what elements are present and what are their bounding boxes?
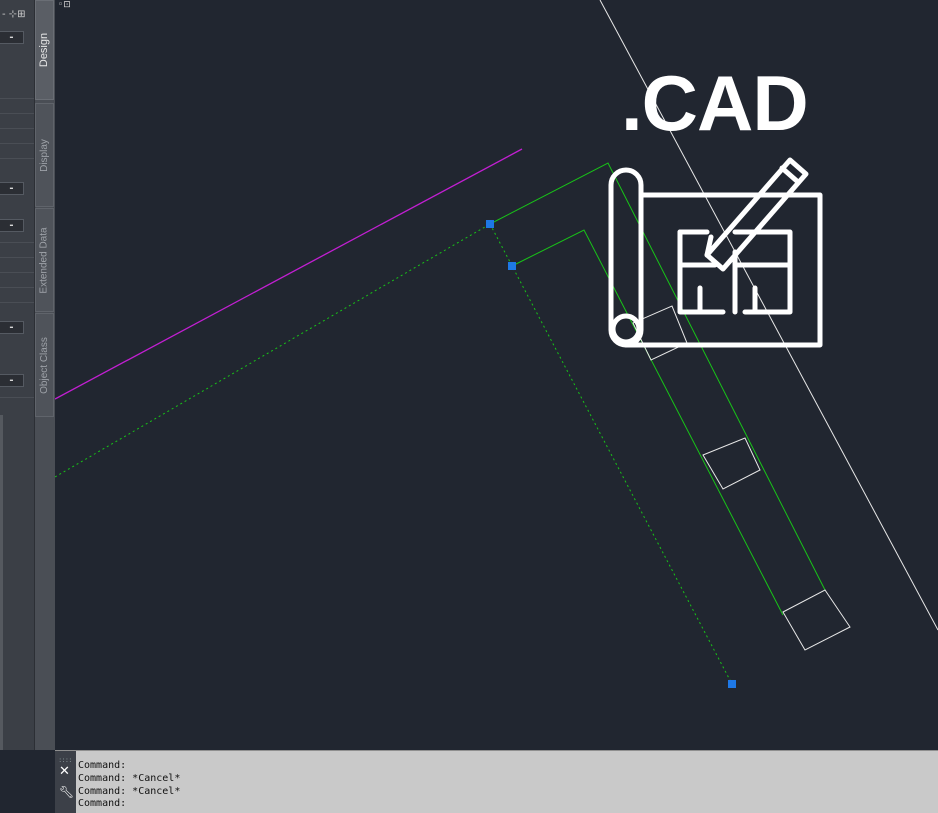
grip-icon[interactable]: :::: <box>59 756 72 764</box>
palette-tab-strip: Design Display Extended Data Object Clas… <box>34 0 56 750</box>
ucs-icon: ◦⊡ <box>58 0 71 10</box>
white-box[interactable] <box>782 589 851 651</box>
command-history-line: Command: <box>78 760 127 771</box>
green-dotted-line[interactable] <box>55 223 491 478</box>
command-line-window[interactable]: :::: ✕ 🔧︎ Command: Command: *Cancel* Com… <box>55 750 938 813</box>
command-line-handle[interactable]: :::: ✕ 🔧︎ <box>55 751 76 813</box>
collapse-button[interactable]: - <box>0 321 24 334</box>
command-history-line: Command: <box>78 798 127 810</box>
green-polyline[interactable] <box>489 162 826 591</box>
tab-object-class[interactable]: Object Class <box>35 313 54 417</box>
palette-scrollbar[interactable] <box>0 415 3 750</box>
command-history-line: Command: *Cancel* <box>78 772 181 784</box>
tab-design[interactable]: Design <box>35 0 54 100</box>
magenta-line[interactable] <box>55 148 523 400</box>
close-icon[interactable]: ✕ <box>59 764 70 779</box>
collapse-button[interactable]: - <box>0 31 24 44</box>
grip-handle[interactable] <box>728 680 736 688</box>
blueprint-pencil-icon <box>608 157 823 348</box>
command-history: Command: Command: *Cancel* Command: *Can… <box>78 760 180 811</box>
properties-palette: - ⊹⊞ - - - - - <box>0 0 35 750</box>
drawing-canvas[interactable]: ◦⊡ .CAD <box>55 0 938 750</box>
cad-logo-text: .CAD <box>621 59 809 147</box>
collapse-button[interactable]: - <box>0 219 24 232</box>
tab-display[interactable]: Display <box>35 103 54 207</box>
green-polyline[interactable] <box>511 229 784 616</box>
command-history-line: Command: *Cancel* <box>78 785 181 797</box>
collapse-button[interactable]: - <box>0 182 24 195</box>
quick-select-icon[interactable]: - ⊹⊞ <box>2 9 26 20</box>
grip-handle[interactable] <box>486 220 494 228</box>
tab-extended-data[interactable]: Extended Data <box>35 208 54 312</box>
wrench-icon[interactable]: 🔧︎ <box>59 785 74 799</box>
grip-handle[interactable] <box>508 262 516 270</box>
collapse-button[interactable]: - <box>0 374 24 387</box>
